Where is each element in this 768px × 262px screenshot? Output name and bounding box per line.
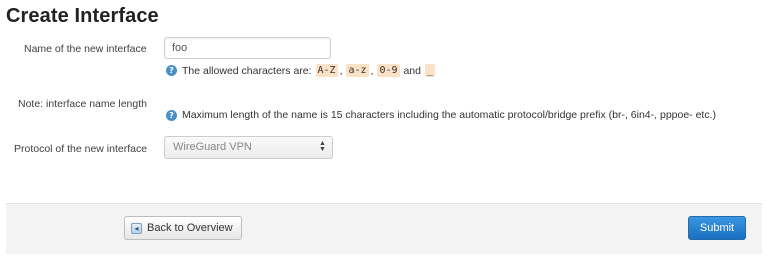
allowed-char-underscore: _ <box>424 64 435 77</box>
allowed-prefix-text: The allowed characters are: <box>182 64 312 77</box>
back-button-label: Back to Overview <box>147 222 233 234</box>
info-icon: ? <box>166 65 177 76</box>
name-length-hint: ? Maximum length of the name is 15 chara… <box>166 109 716 121</box>
protocol-select[interactable]: WireGuard VPN ▲ ▼ <box>164 136 333 159</box>
and-text: and <box>403 64 421 77</box>
back-to-overview-button[interactable]: ◂ Back to Overview <box>124 216 242 240</box>
name-label: Name of the new interface <box>24 43 147 55</box>
allowed-characters-hint: ? The allowed characters are: A-Z , a-z … <box>166 64 436 77</box>
form-footer <box>6 203 762 254</box>
select-arrows-icon: ▲ ▼ <box>319 140 326 153</box>
page-title: Create Interface <box>6 5 159 27</box>
note-label: Note: interface name length <box>18 98 147 110</box>
submit-button[interactable]: Submit <box>688 216 746 240</box>
separator-comma: , <box>339 64 343 77</box>
allowed-char-lower: a-z <box>346 64 369 77</box>
protocol-selected-value: WireGuard VPN <box>173 141 252 153</box>
name-length-text: Maximum length of the name is 15 charact… <box>182 109 717 121</box>
protocol-label: Protocol of the new interface <box>14 143 148 155</box>
interface-name-input[interactable] <box>164 37 331 59</box>
back-arrow-icon: ◂ <box>131 222 142 234</box>
allowed-char-digits: 0-9 <box>377 64 400 77</box>
separator-comma: , <box>370 64 374 77</box>
info-icon: ? <box>166 109 177 121</box>
allowed-char-upper: A-Z <box>315 64 338 77</box>
